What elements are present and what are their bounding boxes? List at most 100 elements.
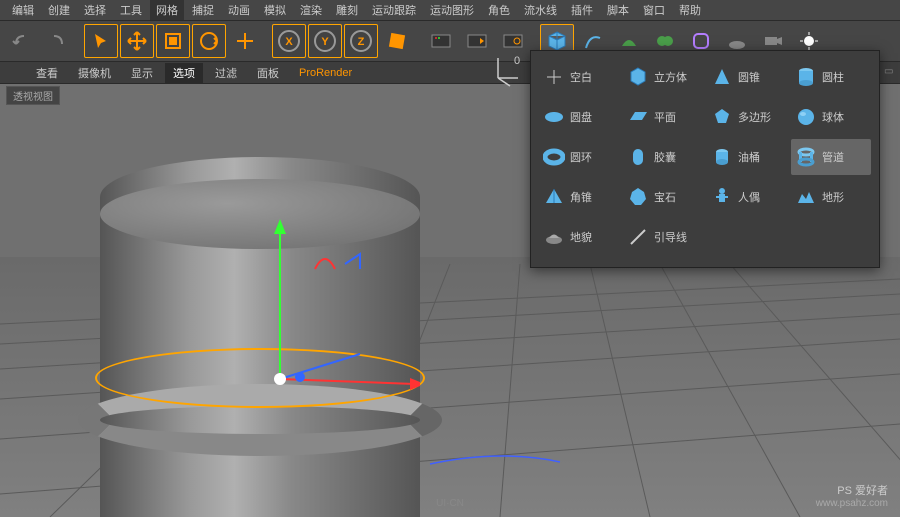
svg-text:X: X [285, 36, 293, 48]
pyramid-icon [543, 186, 565, 208]
menu-sculpt[interactable]: 雕刻 [330, 0, 364, 20]
prim-torus[interactable]: 圆环 [539, 139, 619, 175]
label: 立方体 [654, 69, 687, 85]
prim-oiltank[interactable]: 油桶 [707, 139, 787, 175]
wm-url: www.psahz.com [816, 498, 888, 509]
menu-char[interactable]: 角色 [482, 0, 516, 20]
menu-sim[interactable]: 模拟 [258, 0, 292, 20]
label: 圆锥 [738, 69, 760, 85]
view-display[interactable]: 显示 [123, 63, 161, 83]
prim-cylinder[interactable]: 圆柱 [791, 59, 871, 95]
label: 引导线 [654, 229, 687, 245]
x-axis-toggle[interactable]: X [272, 24, 306, 58]
menu-plugins[interactable]: 插件 [565, 0, 599, 20]
view-camera[interactable]: 摄像机 [70, 63, 119, 83]
plane-icon [627, 106, 649, 128]
render-view[interactable] [424, 24, 458, 58]
prim-cone[interactable]: 圆锥 [707, 59, 787, 95]
menu-script[interactable]: 脚本 [601, 0, 635, 20]
menu-edit[interactable]: 编辑 [6, 0, 40, 20]
oiltank-icon [711, 146, 733, 168]
menu-mograph[interactable]: 运动图形 [424, 0, 480, 20]
menu-render[interactable]: 渲染 [294, 0, 328, 20]
undo-button[interactable] [4, 24, 38, 58]
primitive-popup: 空白 立方体 圆锥 圆柱 圆盘 平面 多边形 球体 圆环 胶囊 油桶 管道 角锥… [530, 50, 880, 268]
viewport-label: 透视视图 [6, 86, 60, 105]
label: 人偶 [738, 189, 760, 205]
z-axis-toggle[interactable]: Z [344, 24, 378, 58]
uicn-watermark: UI·CN [436, 498, 464, 509]
figure-icon [711, 186, 733, 208]
label: 油桶 [738, 149, 760, 165]
view-view[interactable]: 查看 [28, 63, 66, 83]
relief-icon [543, 226, 565, 248]
coord-system[interactable] [380, 24, 414, 58]
view-panel[interactable]: 面板 [249, 63, 287, 83]
menu-track[interactable]: 运动跟踪 [366, 0, 422, 20]
svg-text:0: 0 [514, 55, 520, 67]
label: 空白 [570, 69, 592, 85]
prim-relief[interactable]: 地貌 [539, 219, 619, 255]
label: 地貌 [570, 229, 592, 245]
sphere-icon [795, 106, 817, 128]
menu-snap[interactable]: 捕捉 [186, 0, 220, 20]
svg-text:Z: Z [358, 36, 365, 48]
cube-icon [627, 66, 649, 88]
prim-landscape[interactable]: 地形 [791, 179, 871, 215]
menu-mesh[interactable]: 网格 [150, 0, 184, 20]
scale-tool[interactable] [156, 24, 190, 58]
label: 圆柱 [822, 69, 844, 85]
view-prorender[interactable]: ProRender [291, 65, 360, 81]
guide-icon [627, 226, 649, 248]
cone-icon [711, 66, 733, 88]
menu-pipeline[interactable]: 流水线 [518, 0, 563, 20]
label: 地形 [822, 189, 844, 205]
label: 多边形 [738, 109, 771, 125]
label: 角锥 [570, 189, 592, 205]
prim-tube[interactable]: 管道 [791, 139, 871, 175]
prim-figure[interactable]: 人偶 [707, 179, 787, 215]
prim-guide[interactable]: 引导线 [623, 219, 703, 255]
prim-null[interactable]: 空白 [539, 59, 619, 95]
tube-icon [795, 146, 817, 168]
prim-disc[interactable]: 圆盘 [539, 99, 619, 135]
prim-platonic[interactable]: 宝石 [623, 179, 703, 215]
view-filter[interactable]: 过滤 [207, 63, 245, 83]
landscape-icon [795, 186, 817, 208]
cylinder-icon [795, 66, 817, 88]
main-menu-bar: 编辑 创建 选择 工具 网格 捕捉 动画 模拟 渲染 雕刻 运动跟踪 运动图形 … [0, 0, 900, 20]
prim-plane[interactable]: 平面 [623, 99, 703, 135]
label: 胶囊 [654, 149, 676, 165]
prim-pyramid[interactable]: 角锥 [539, 179, 619, 215]
view-options[interactable]: 选项 [165, 63, 203, 83]
torus-icon [543, 146, 565, 168]
prim-capsule[interactable]: 胶囊 [623, 139, 703, 175]
last-tool[interactable] [228, 24, 262, 58]
null-icon [543, 66, 565, 88]
label: 管道 [822, 149, 844, 165]
wm-title: PS 爱好者 [816, 482, 888, 498]
menu-create[interactable]: 创建 [42, 0, 76, 20]
polygon-icon [711, 106, 733, 128]
nav-frame-icon[interactable]: ▭ [884, 66, 898, 80]
menu-window[interactable]: 窗口 [637, 0, 671, 20]
prim-polygon[interactable]: 多边形 [707, 99, 787, 135]
menu-select[interactable]: 选择 [78, 0, 112, 20]
platonic-icon [627, 186, 649, 208]
svg-text:Y: Y [321, 36, 329, 48]
tube-selection [95, 348, 425, 408]
label: 圆盘 [570, 109, 592, 125]
menu-tools[interactable]: 工具 [114, 0, 148, 20]
prim-sphere[interactable]: 球体 [791, 99, 871, 135]
axis-widget-icon[interactable]: 0 [488, 52, 524, 88]
rotate-tool[interactable] [192, 24, 226, 58]
prim-cube[interactable]: 立方体 [623, 59, 703, 95]
select-tool[interactable] [84, 24, 118, 58]
y-axis-toggle[interactable]: Y [308, 24, 342, 58]
redo-button[interactable] [40, 24, 74, 58]
disc-icon [543, 106, 565, 128]
menu-anim[interactable]: 动画 [222, 0, 256, 20]
move-tool[interactable] [120, 24, 154, 58]
menu-help[interactable]: 帮助 [673, 0, 707, 20]
cylinder-top [100, 179, 420, 249]
